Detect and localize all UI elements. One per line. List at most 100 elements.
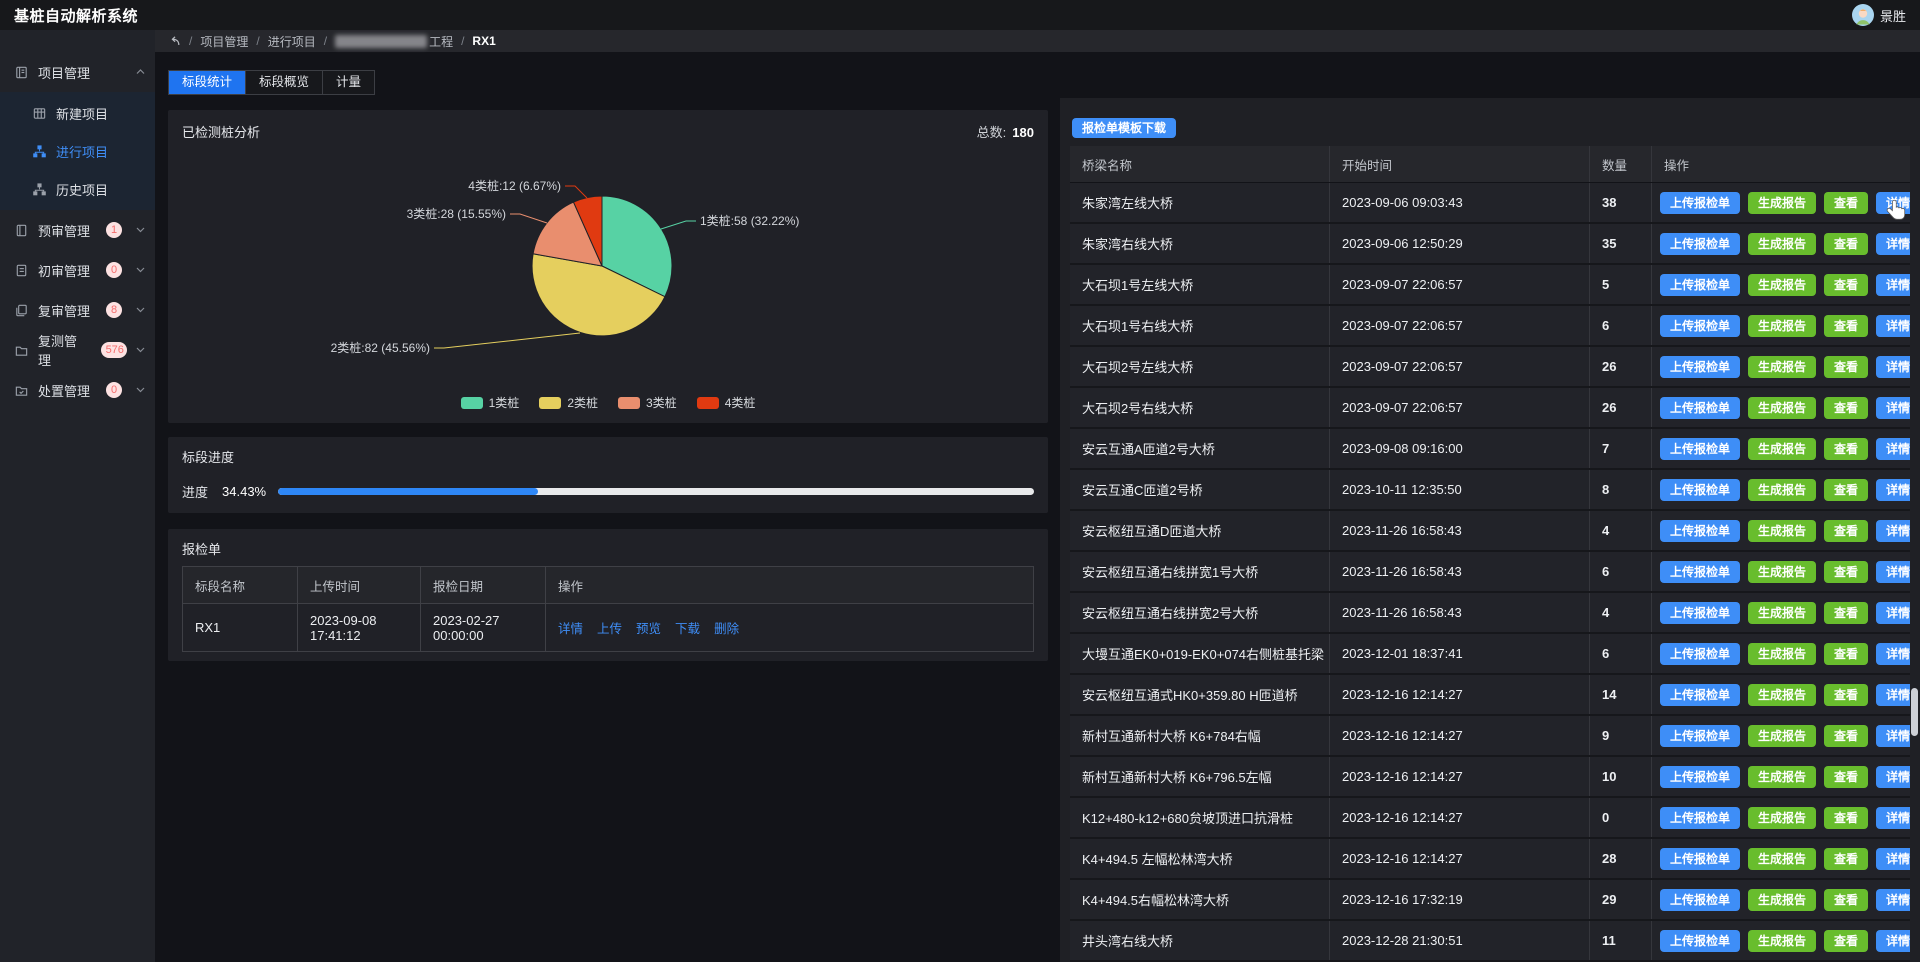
generate-report-button[interactable]: 生成报告 (1748, 192, 1816, 214)
tab-section-statistics[interactable]: 标段统计 (169, 71, 246, 94)
detail-button[interactable]: 详情 (1876, 561, 1910, 583)
action-link[interactable]: 上传 (597, 618, 622, 637)
view-button[interactable]: 查看 (1824, 233, 1868, 255)
tab-measurement[interactable]: 计量 (323, 71, 374, 94)
detail-button[interactable]: 详情 (1876, 643, 1910, 665)
sidebar-item-new-project[interactable]: 新建项目 (0, 94, 155, 132)
view-button[interactable]: 查看 (1824, 315, 1868, 337)
detail-button[interactable]: 详情 (1876, 397, 1910, 419)
legend-item[interactable]: 1类桩 (461, 394, 520, 411)
sidebar-item-disposal[interactable]: 处置管理 0 (0, 370, 155, 410)
upload-inspection-button[interactable]: 上传报检单 (1660, 356, 1740, 378)
upload-inspection-button[interactable]: 上传报检单 (1660, 438, 1740, 460)
view-button[interactable]: 查看 (1824, 930, 1868, 952)
generate-report-button[interactable]: 生成报告 (1748, 643, 1816, 665)
legend-item[interactable]: 4类桩 (697, 394, 756, 411)
back-arrow-icon[interactable] (167, 34, 181, 48)
detail-button[interactable]: 详情 (1876, 274, 1910, 296)
view-button[interactable]: 查看 (1824, 643, 1868, 665)
sidebar-item-re-measure[interactable]: 复测管理 576 (0, 330, 155, 370)
upload-inspection-button[interactable]: 上传报检单 (1660, 848, 1740, 870)
action-link[interactable]: 删除 (714, 618, 739, 637)
detail-button[interactable]: 详情 (1876, 930, 1910, 952)
upload-inspection-button[interactable]: 上传报检单 (1660, 274, 1740, 296)
action-link[interactable]: 下载 (675, 618, 700, 637)
detail-button[interactable]: 详情 (1876, 315, 1910, 337)
detail-button[interactable]: 详情 (1876, 807, 1910, 829)
legend-item[interactable]: 2类桩 (539, 394, 598, 411)
detail-button[interactable]: 详情 (1876, 602, 1910, 624)
generate-report-button[interactable]: 生成报告 (1748, 479, 1816, 501)
generate-report-button[interactable]: 生成报告 (1748, 848, 1816, 870)
sidebar-item-ongoing-project[interactable]: 进行项目 (0, 132, 155, 170)
upload-inspection-button[interactable]: 上传报检单 (1660, 479, 1740, 501)
upload-inspection-button[interactable]: 上传报检单 (1660, 397, 1740, 419)
generate-report-button[interactable]: 生成报告 (1748, 602, 1816, 624)
generate-report-button[interactable]: 生成报告 (1748, 274, 1816, 296)
upload-inspection-button[interactable]: 上传报检单 (1660, 643, 1740, 665)
sidebar-item-history-project[interactable]: 历史项目 (0, 170, 155, 208)
sidebar-item-first-review[interactable]: 初审管理 0 (0, 250, 155, 290)
detail-button[interactable]: 详情 (1876, 438, 1910, 460)
upload-inspection-button[interactable]: 上传报检单 (1660, 930, 1740, 952)
upload-inspection-button[interactable]: 上传报检单 (1660, 192, 1740, 214)
view-button[interactable]: 查看 (1824, 274, 1868, 296)
sidebar-item-pre-review[interactable]: 预审管理 1 (0, 210, 155, 250)
generate-report-button[interactable]: 生成报告 (1748, 397, 1816, 419)
generate-report-button[interactable]: 生成报告 (1748, 766, 1816, 788)
generate-report-button[interactable]: 生成报告 (1748, 561, 1816, 583)
generate-report-button[interactable]: 生成报告 (1748, 930, 1816, 952)
download-template-button[interactable]: 报检单模板下载 (1072, 118, 1176, 138)
view-button[interactable]: 查看 (1824, 438, 1868, 460)
view-button[interactable]: 查看 (1824, 397, 1868, 419)
breadcrumb-item-ongoing-project[interactable]: 进行项目 (268, 33, 316, 50)
generate-report-button[interactable]: 生成报告 (1748, 684, 1816, 706)
view-button[interactable]: 查看 (1824, 479, 1868, 501)
view-button[interactable]: 查看 (1824, 848, 1868, 870)
sidebar-item-re-review[interactable]: 复审管理 8 (0, 290, 155, 330)
scrollbar-thumb[interactable] (1911, 688, 1918, 736)
upload-inspection-button[interactable]: 上传报检单 (1660, 725, 1740, 747)
upload-inspection-button[interactable]: 上传报检单 (1660, 520, 1740, 542)
detail-button[interactable]: 详情 (1876, 192, 1910, 214)
detail-button[interactable]: 详情 (1876, 479, 1910, 501)
detail-button[interactable]: 详情 (1876, 848, 1910, 870)
generate-report-button[interactable]: 生成报告 (1748, 725, 1816, 747)
breadcrumb-item-project-management[interactable]: 项目管理 (200, 33, 248, 50)
user-area[interactable]: 景胜 (1852, 4, 1906, 26)
detail-button[interactable]: 详情 (1876, 725, 1910, 747)
upload-inspection-button[interactable]: 上传报检单 (1660, 684, 1740, 706)
view-button[interactable]: 查看 (1824, 520, 1868, 542)
view-button[interactable]: 查看 (1824, 725, 1868, 747)
sidebar-group-project-management[interactable]: 项目管理 (0, 52, 155, 92)
pie-chart-svg[interactable]: 1类桩:58 (32.22%)2类桩:82 (45.56%)3类桩:28 (15… (182, 141, 1034, 389)
action-link[interactable]: 预览 (636, 618, 661, 637)
detail-button[interactable]: 详情 (1876, 356, 1910, 378)
tab-section-overview[interactable]: 标段概览 (246, 71, 323, 94)
view-button[interactable]: 查看 (1824, 192, 1868, 214)
upload-inspection-button[interactable]: 上传报检单 (1660, 766, 1740, 788)
view-button[interactable]: 查看 (1824, 602, 1868, 624)
upload-inspection-button[interactable]: 上传报检单 (1660, 561, 1740, 583)
generate-report-button[interactable]: 生成报告 (1748, 356, 1816, 378)
view-button[interactable]: 查看 (1824, 807, 1868, 829)
detail-button[interactable]: 详情 (1876, 684, 1910, 706)
view-button[interactable]: 查看 (1824, 684, 1868, 706)
generate-report-button[interactable]: 生成报告 (1748, 315, 1816, 337)
view-button[interactable]: 查看 (1824, 356, 1868, 378)
generate-report-button[interactable]: 生成报告 (1748, 807, 1816, 829)
upload-inspection-button[interactable]: 上传报检单 (1660, 233, 1740, 255)
generate-report-button[interactable]: 生成报告 (1748, 438, 1816, 460)
view-button[interactable]: 查看 (1824, 561, 1868, 583)
upload-inspection-button[interactable]: 上传报检单 (1660, 602, 1740, 624)
detail-button[interactable]: 详情 (1876, 766, 1910, 788)
detail-button[interactable]: 详情 (1876, 233, 1910, 255)
legend-item[interactable]: 3类桩 (618, 394, 677, 411)
generate-report-button[interactable]: 生成报告 (1748, 520, 1816, 542)
upload-inspection-button[interactable]: 上传报检单 (1660, 807, 1740, 829)
upload-inspection-button[interactable]: 上传报检单 (1660, 889, 1740, 911)
generate-report-button[interactable]: 生成报告 (1748, 233, 1816, 255)
detail-button[interactable]: 详情 (1876, 520, 1910, 542)
detail-button[interactable]: 详情 (1876, 889, 1910, 911)
action-link[interactable]: 详情 (558, 618, 583, 637)
